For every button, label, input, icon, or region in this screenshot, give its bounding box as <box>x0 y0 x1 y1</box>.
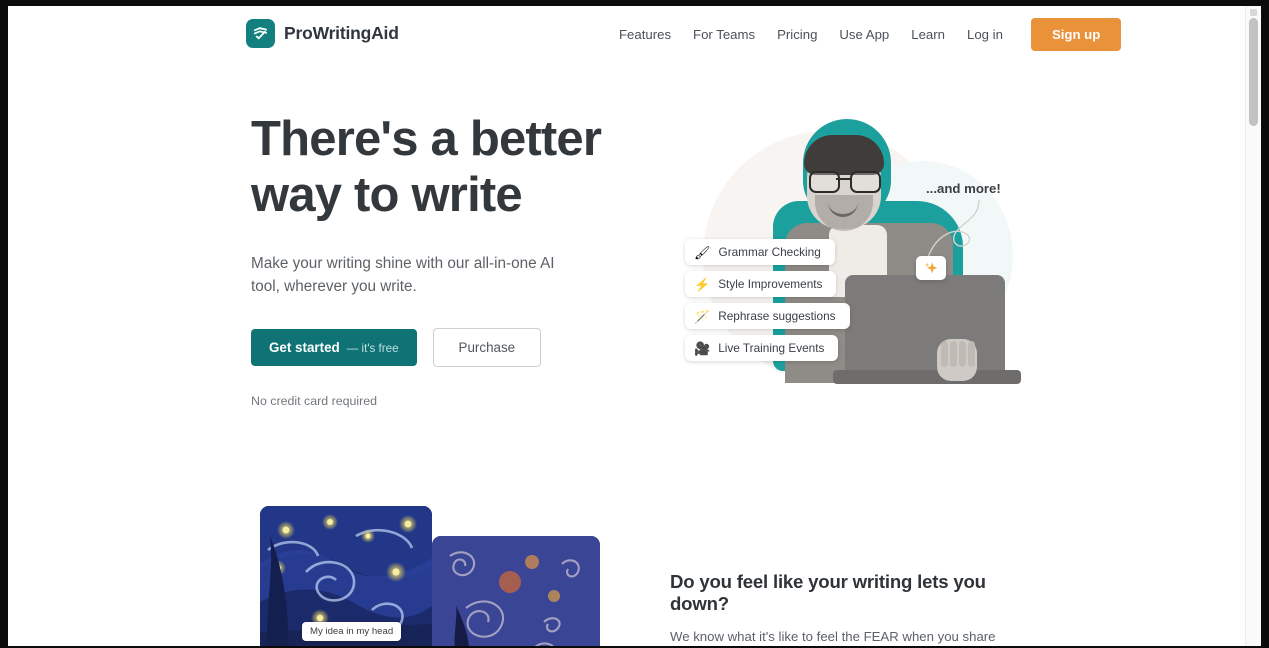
video-camera-icon: 🎥 <box>694 340 711 356</box>
prowritingaid-logo-icon <box>246 19 275 48</box>
scrollbar-up-arrow[interactable] <box>1250 9 1257 16</box>
lower-section-title: Do you feel like your writing lets you d… <box>670 571 986 614</box>
feature-chip-label: Grammar Checking <box>718 245 821 259</box>
page-content: ProWritingAid Features For Teams Pricing… <box>8 6 1246 646</box>
sparkle-icon <box>924 261 937 273</box>
nav-item-for-teams[interactable]: For Teams <box>682 18 766 51</box>
finger <box>941 341 948 367</box>
no-credit-card-note: No credit card required <box>251 394 378 408</box>
my-idea-label: My idea in my head <box>302 622 402 641</box>
nav-item-features[interactable]: Features <box>608 18 682 51</box>
site-header: ProWritingAid Features For Teams Pricing… <box>8 6 1246 62</box>
brand-name: ProWritingAid <box>284 23 399 43</box>
main-navigation: Features For Teams Pricing Use App Learn… <box>608 18 1122 51</box>
sketch-drawing-image <box>432 536 600 646</box>
feature-chip-grammar-checking[interactable]: 🖌 Grammar Checking <box>685 239 835 265</box>
hero-illustration: 🖌 Grammar Checking ⚡ Style Improvements … <box>673 101 1023 401</box>
feature-chip-label: Style Improvements <box>718 277 823 291</box>
person-hand <box>937 339 977 381</box>
fountain-pen-icon: 🖌 <box>694 244 711 260</box>
finger <box>968 341 975 367</box>
get-started-button[interactable]: Get started — it's free <box>251 329 417 366</box>
hero-text-block: There's a better way to write Make your … <box>251 111 611 408</box>
lower-section-paragraph: We know what it's like to feel the FEAR … <box>670 629 996 644</box>
get-started-note: — it's free <box>346 342 399 355</box>
feature-chip-live-training-events[interactable]: 🎥 Live Training Events <box>685 335 839 361</box>
nav-item-use-app[interactable]: Use App <box>828 18 900 51</box>
finger <box>959 341 966 367</box>
lightning-bolt-icon: ⚡ <box>694 276 711 292</box>
hero-title: There's a better way to write <box>251 112 602 222</box>
hero-cta-group: Get started — it's free Purchase <box>251 328 611 367</box>
purchase-button[interactable]: Purchase <box>432 328 542 367</box>
feature-chip-rephrase-suggestions[interactable]: 🪄 Rephrase suggestions <box>685 303 850 329</box>
sketch-artwork <box>432 536 600 646</box>
hero-subtitle: Make your writing shine with our all-in-… <box>251 255 555 295</box>
nav-item-log-in[interactable]: Log in <box>956 18 1014 51</box>
finger <box>950 341 957 367</box>
feature-chip-label: Live Training Events <box>718 341 825 355</box>
nav-item-learn[interactable]: Learn <box>900 18 956 51</box>
laptop-screen <box>845 275 1005 380</box>
sparkle-badge <box>916 256 946 280</box>
feature-chip-list: 🖌 Grammar Checking ⚡ Style Improvements … <box>685 239 850 367</box>
glasses-lens-left <box>809 171 840 193</box>
vertical-scrollbar[interactable] <box>1245 6 1261 646</box>
sign-up-button[interactable]: Sign up <box>1030 18 1122 51</box>
feature-chip-label: Rephrase suggestions <box>718 309 836 323</box>
browser-window-frame: ProWritingAid Features For Teams Pricing… <box>0 0 1269 648</box>
person-hair <box>804 135 884 175</box>
and-more-annotation: ...and more! <box>926 181 1001 196</box>
magic-wand-icon: 🪄 <box>694 308 711 324</box>
page-viewport: ProWritingAid Features For Teams Pricing… <box>8 6 1261 646</box>
get-started-label: Get started <box>269 340 340 355</box>
nav-item-pricing[interactable]: Pricing <box>766 18 828 51</box>
glasses-bridge <box>836 178 850 181</box>
glasses-lens-right <box>850 171 881 193</box>
brand-logo[interactable]: ProWritingAid <box>246 19 399 48</box>
scrollbar-thumb[interactable] <box>1249 18 1258 126</box>
feature-chip-style-improvements[interactable]: ⚡ Style Improvements <box>685 271 837 297</box>
laptop-base <box>833 370 1021 384</box>
eyeglasses-icon <box>809 171 881 193</box>
lower-text-block: Do you feel like your writing lets you d… <box>670 571 1015 646</box>
